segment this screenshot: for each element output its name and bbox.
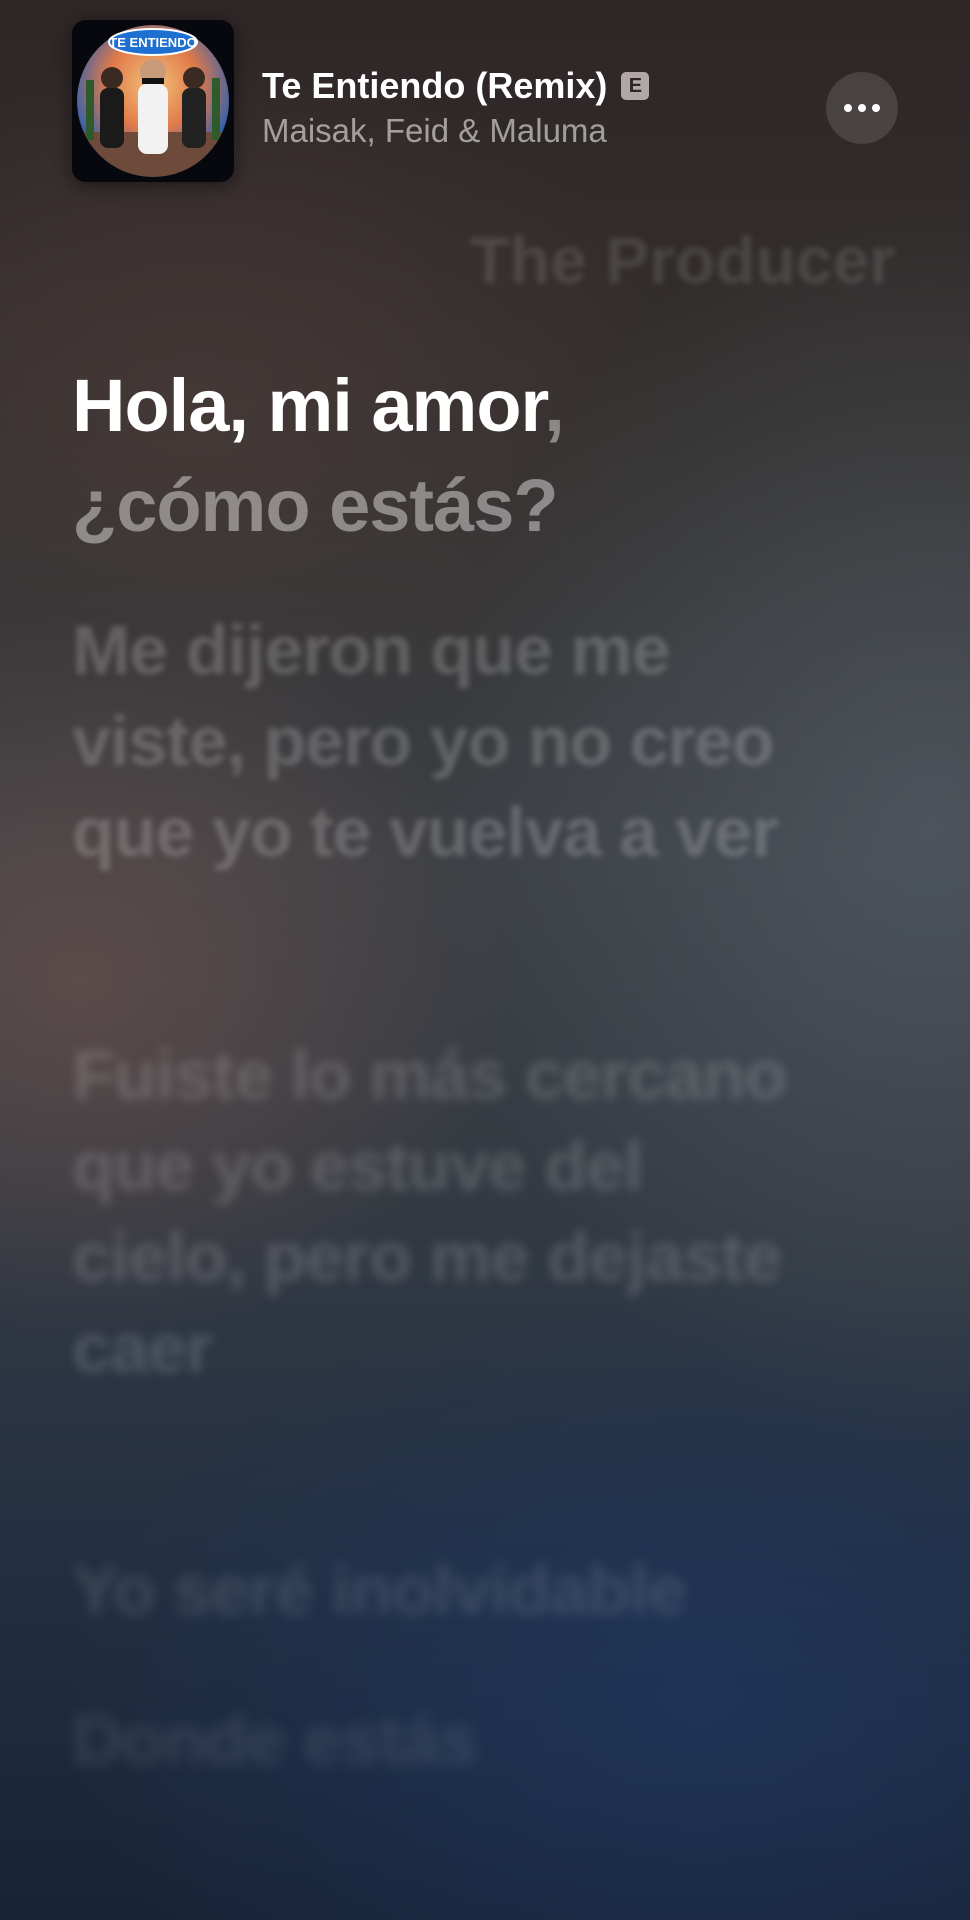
song-title-row: Te Entiendo (Remix) E xyxy=(262,64,802,108)
lyric-line-upcoming[interactable]: Me dijeron que me viste, pero yo no creo… xyxy=(72,605,792,878)
active-lyric[interactable]: Hola, mi amor, xyxy=(72,360,792,452)
ellipsis-icon xyxy=(844,104,880,112)
song-info[interactable]: Te Entiendo (Remix) E Maisak, Feid & Mal… xyxy=(262,64,802,150)
lyric-line-upcoming[interactable]: Yo seré inolvidable xyxy=(72,1545,792,1636)
more-options-button[interactable] xyxy=(826,72,898,144)
lyrics-credit: The Producer xyxy=(469,223,895,297)
song-artist[interactable]: Maisak, Feid & Maluma xyxy=(262,112,802,150)
lyrics-screen: TE ENTIENDO Te Entiendo (Remix) E Maisak… xyxy=(0,0,970,1920)
lyric-line-upcoming[interactable]: Donde estás xyxy=(72,1695,792,1786)
active-lyric-line: Hola, mi amor, xyxy=(72,360,792,452)
now-playing-header: TE ENTIENDO Te Entiendo (Remix) E Maisak… xyxy=(72,20,902,182)
active-lyric-continuation[interactable]: ¿cómo estás? xyxy=(72,460,792,552)
song-title: Te Entiendo (Remix) xyxy=(262,65,608,106)
album-artwork[interactable]: TE ENTIENDO xyxy=(72,20,234,182)
lyric-line-upcoming[interactable]: Fuiste lo más cercano que yo estuve del … xyxy=(72,1030,792,1394)
explicit-icon: E xyxy=(621,72,650,100)
active-lyric-unsung: , xyxy=(544,364,565,447)
active-lyric-sung: Hola, mi amor xyxy=(72,364,545,447)
artwork-title-text: TE ENTIENDO xyxy=(109,35,196,50)
album-artwork-image: TE ENTIENDO xyxy=(72,20,234,182)
